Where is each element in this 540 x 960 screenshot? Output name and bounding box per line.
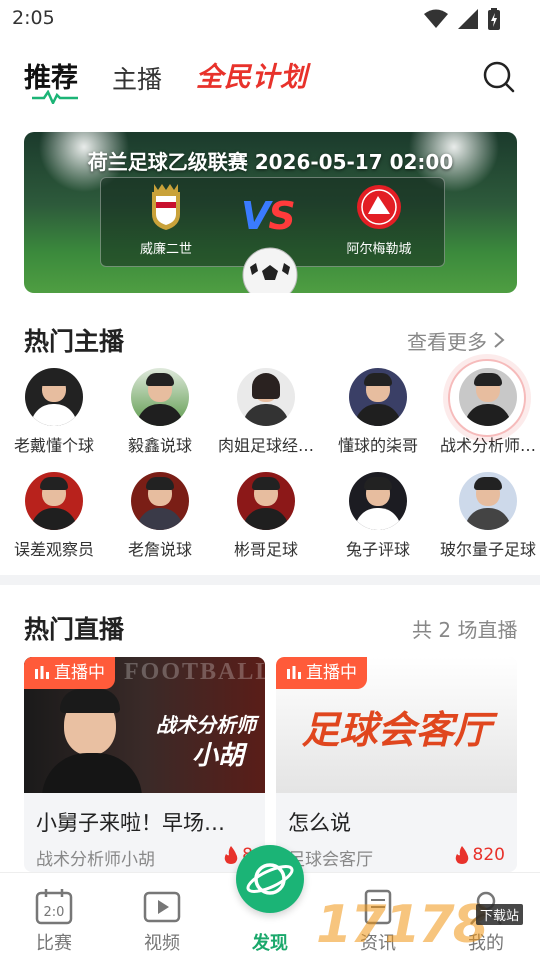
home-team: 威廉二世 bbox=[111, 184, 221, 257]
live-badge: 直播中 bbox=[24, 657, 115, 689]
avatar bbox=[349, 368, 407, 426]
live-heat-value: 820 bbox=[472, 845, 505, 865]
tab-plan[interactable]: 全民计划 bbox=[196, 55, 308, 94]
watermark-text: 17178 bbox=[316, 895, 489, 955]
avatar bbox=[25, 472, 83, 530]
avatar bbox=[349, 472, 407, 530]
fire-icon bbox=[455, 846, 468, 864]
live-anchor-name: 战术分析师小胡 bbox=[36, 850, 155, 870]
anchor-item[interactable]: 肉姐足球经… bbox=[212, 368, 320, 456]
anchor-name: 肉姐足球经… bbox=[217, 436, 314, 455]
status-time: 2:05 bbox=[12, 7, 55, 29]
watermark-tag: 下载站 bbox=[476, 904, 524, 925]
hot-live-count: 共 2 场直播 bbox=[412, 618, 518, 642]
live-bars-icon bbox=[35, 666, 49, 679]
anchor-name: 老戴懂个球 bbox=[13, 436, 94, 455]
planet-icon bbox=[246, 863, 294, 895]
wifi-icon bbox=[424, 9, 448, 28]
avatar bbox=[237, 368, 295, 426]
anchor-name: 玻尔量子足球 bbox=[439, 540, 536, 559]
avatar bbox=[459, 368, 517, 426]
anchor-item[interactable]: 战术分析师… bbox=[434, 359, 540, 456]
host-portrait bbox=[42, 687, 142, 793]
live-bars-icon bbox=[287, 666, 301, 679]
anchor-item[interactable]: 老戴懂个球 bbox=[0, 368, 108, 456]
nav-matches[interactable]: 2:0 比赛 bbox=[0, 873, 108, 955]
away-team-name: 阿尔梅勒城 bbox=[346, 242, 412, 257]
anchor-name: 懂球的柒哥 bbox=[337, 436, 418, 455]
avatar bbox=[237, 472, 295, 530]
battery-icon bbox=[488, 8, 500, 30]
away-team: 阿尔梅勒城 bbox=[324, 184, 434, 257]
anchor-item[interactable]: 毅鑫说球 bbox=[106, 368, 214, 456]
hot-live-title: 热门直播 bbox=[24, 615, 125, 644]
top-nav: 推荐 主播 全民计划 bbox=[0, 50, 540, 110]
anchor-item[interactable]: 兔子评球 bbox=[324, 472, 432, 560]
live-badge: 直播中 bbox=[276, 657, 367, 689]
discover-button[interactable] bbox=[236, 845, 304, 913]
anchor-name: 毅鑫说球 bbox=[127, 436, 192, 455]
football-icon bbox=[242, 247, 298, 293]
live-title: 怎么说 bbox=[288, 811, 351, 835]
status-bar: 2:05 bbox=[0, 0, 540, 36]
live-card[interactable]: 足球会客厅 直播中 怎么说 足球会客厅 820 bbox=[276, 657, 517, 872]
home-team-crest-icon bbox=[152, 184, 180, 230]
avatar bbox=[131, 368, 189, 426]
thumb-title-text: 足球会客厅 bbox=[301, 708, 492, 752]
live-thumbnail: FOOTBALL 战术分析师 小胡 直播中 bbox=[24, 657, 265, 793]
signal-icon bbox=[458, 9, 478, 29]
more-label: 查看更多 bbox=[407, 330, 487, 354]
live-title: 小舅子来啦！早场… bbox=[36, 811, 225, 835]
hot-anchors-more-link[interactable]: 查看更多 bbox=[407, 326, 505, 355]
video-play-icon bbox=[143, 891, 181, 923]
avatar bbox=[131, 472, 189, 530]
section-divider bbox=[0, 575, 540, 585]
anchor-item[interactable]: 玻尔量子足球 bbox=[434, 472, 540, 560]
tab-active-indicator-icon bbox=[32, 90, 78, 104]
status-icons bbox=[424, 8, 500, 30]
nav-label: 视频 bbox=[144, 933, 180, 954]
nav-label: 比赛 bbox=[36, 933, 72, 954]
tab-anchor[interactable]: 主播 bbox=[112, 60, 162, 96]
svg-text:2:0: 2:0 bbox=[44, 905, 65, 920]
live-card[interactable]: FOOTBALL 战术分析师 小胡 直播中 小舅子来啦！早场… 战术分析师小胡 … bbox=[24, 657, 265, 872]
live-thumbnail: 足球会客厅 直播中 bbox=[276, 657, 517, 793]
live-badge-label: 直播中 bbox=[54, 663, 105, 683]
thumb-subtitle: 战术分析师 bbox=[156, 713, 256, 737]
thumb-name: 小胡 bbox=[192, 741, 245, 771]
live-badge-label: 直播中 bbox=[306, 663, 357, 683]
anchor-name: 误差观察员 bbox=[13, 540, 94, 559]
home-team-name: 威廉二世 bbox=[139, 242, 192, 257]
chevron-right-icon bbox=[494, 332, 505, 348]
live-heat: 820 bbox=[454, 845, 505, 865]
hot-anchors-title: 热门主播 bbox=[24, 327, 125, 356]
anchor-item[interactable]: 懂球的柒哥 bbox=[324, 368, 432, 456]
anchor-name: 老詹说球 bbox=[127, 540, 192, 559]
match-banner[interactable]: 荷兰足球乙级联赛 2026-05-17 02:00 威廉二世 VS 阿尔梅勒城 bbox=[24, 132, 517, 293]
anchor-item[interactable]: 彬哥足球 bbox=[212, 472, 320, 560]
anchor-item[interactable]: 误差观察员 bbox=[0, 472, 108, 560]
avatar bbox=[459, 472, 517, 530]
avatar bbox=[25, 368, 83, 426]
away-team-crest-icon bbox=[357, 185, 401, 229]
calendar-icon: 2:0 bbox=[35, 889, 73, 925]
nav-video[interactable]: 视频 bbox=[108, 873, 216, 955]
thumb-bg-text: FOOTBALL bbox=[124, 659, 265, 685]
nav-label: 发现 bbox=[252, 933, 288, 954]
anchor-item[interactable]: 老詹说球 bbox=[106, 472, 214, 560]
banner-title: 荷兰足球乙级联赛 2026-05-17 02:00 bbox=[87, 150, 454, 174]
anchor-name: 彬哥足球 bbox=[233, 540, 298, 559]
vs-label: VS bbox=[241, 194, 296, 238]
anchor-name: 兔子评球 bbox=[345, 540, 410, 559]
search-icon[interactable] bbox=[482, 60, 516, 94]
